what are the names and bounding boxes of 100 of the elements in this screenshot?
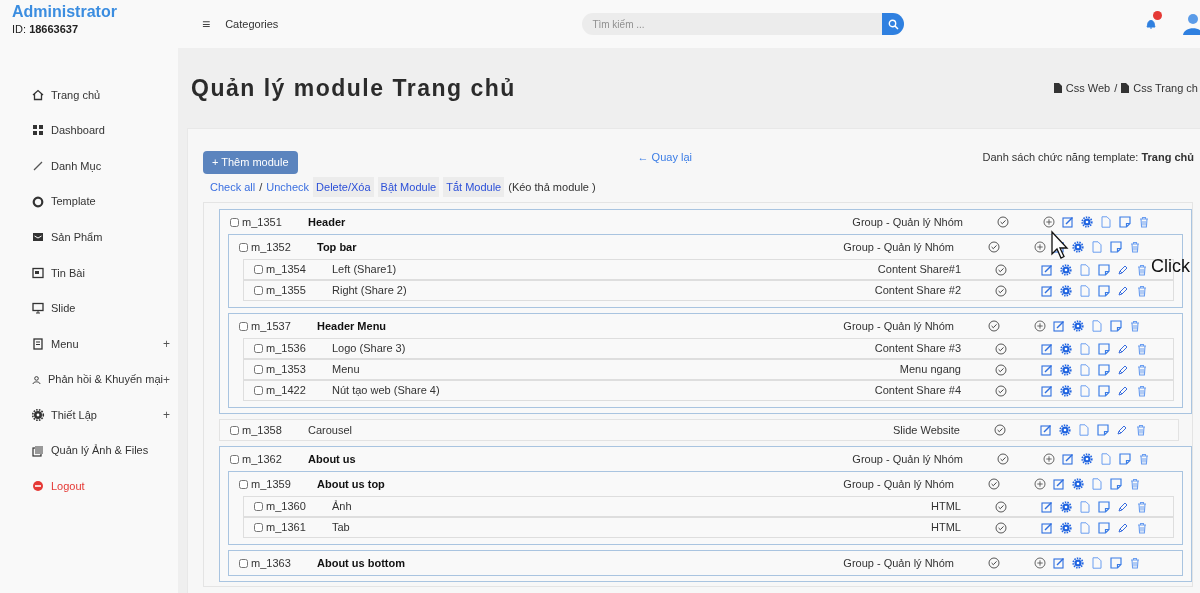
settings-icon[interactable] bbox=[1072, 320, 1084, 332]
row-checkbox[interactable] bbox=[239, 558, 248, 568]
note-icon[interactable] bbox=[1097, 424, 1109, 436]
note-icon[interactable] bbox=[1098, 384, 1110, 397]
row-checkbox[interactable] bbox=[254, 286, 263, 295]
note-icon[interactable] bbox=[1098, 342, 1110, 355]
note-icon[interactable] bbox=[1098, 284, 1110, 297]
settings-icon[interactable] bbox=[1060, 384, 1072, 397]
trash-icon[interactable] bbox=[1136, 284, 1148, 297]
add-icon[interactable] bbox=[1034, 478, 1046, 490]
pen-icon[interactable] bbox=[1117, 363, 1129, 376]
action-button[interactable]: Tắt Module bbox=[443, 177, 505, 197]
row-checkbox[interactable] bbox=[239, 321, 248, 331]
note-icon[interactable] bbox=[1098, 521, 1110, 534]
settings-icon[interactable] bbox=[1059, 424, 1071, 436]
note-icon[interactable] bbox=[1098, 363, 1110, 376]
settings-icon[interactable] bbox=[1081, 453, 1093, 465]
sidebar-item[interactable]: Danh Mục bbox=[51, 157, 102, 175]
trash-icon[interactable] bbox=[1138, 453, 1150, 465]
settings-icon[interactable] bbox=[1060, 342, 1072, 355]
trash-icon[interactable] bbox=[1136, 521, 1148, 534]
row-checkbox[interactable] bbox=[239, 479, 248, 489]
sidebar-item[interactable]: Quản lý Ảnh & Files bbox=[51, 442, 149, 459]
edit-icon[interactable] bbox=[1041, 363, 1053, 376]
add-icon[interactable] bbox=[1034, 557, 1046, 569]
trash-icon[interactable] bbox=[1129, 320, 1141, 332]
breadcrumb-link[interactable]: Css Trang ch bbox=[1133, 79, 1198, 97]
edit-icon[interactable] bbox=[1041, 521, 1053, 534]
row-checkbox[interactable] bbox=[230, 454, 239, 464]
trash-icon[interactable] bbox=[1138, 216, 1150, 228]
edit-icon[interactable] bbox=[1041, 500, 1053, 513]
sidebar-item[interactable]: Phản hồi & Khuyến mại bbox=[48, 371, 163, 388]
settings-icon[interactable] bbox=[1060, 284, 1072, 297]
trash-icon[interactable] bbox=[1136, 363, 1148, 376]
settings-icon[interactable] bbox=[1081, 216, 1093, 228]
row-checkbox[interactable] bbox=[254, 386, 263, 395]
edit-icon[interactable] bbox=[1053, 557, 1065, 569]
row-checkbox[interactable] bbox=[254, 265, 263, 274]
sidebar-item[interactable]: Menu bbox=[51, 335, 79, 353]
sidebar-item[interactable]: Tin Bài bbox=[51, 264, 85, 281]
action-button[interactable]: Bật Module bbox=[377, 177, 440, 197]
row-checkbox[interactable] bbox=[239, 242, 248, 252]
add-icon[interactable] bbox=[1043, 216, 1055, 228]
trash-icon[interactable] bbox=[1129, 557, 1141, 569]
settings-icon[interactable] bbox=[1060, 500, 1072, 513]
row-checkbox[interactable] bbox=[254, 523, 263, 532]
add-icon[interactable] bbox=[1034, 320, 1046, 332]
expand-toggle[interactable]: + bbox=[163, 406, 170, 425]
note-icon[interactable] bbox=[1110, 241, 1122, 253]
expand-toggle[interactable]: + bbox=[163, 370, 170, 389]
edit-icon[interactable] bbox=[1041, 284, 1053, 297]
row-checkbox[interactable] bbox=[254, 365, 263, 374]
pen-icon[interactable] bbox=[1117, 521, 1129, 534]
note-icon[interactable] bbox=[1098, 263, 1110, 276]
breadcrumb-link[interactable]: Css Web bbox=[1065, 79, 1111, 97]
pen-icon[interactable] bbox=[1117, 500, 1129, 513]
settings-icon[interactable] bbox=[1060, 521, 1072, 534]
edit-icon[interactable] bbox=[1041, 263, 1053, 276]
pen-icon[interactable] bbox=[1117, 342, 1129, 355]
sidebar-item[interactable]: Sản Phẩm bbox=[51, 228, 103, 246]
note-icon[interactable] bbox=[1110, 557, 1122, 569]
trash-icon[interactable] bbox=[1136, 500, 1148, 513]
add-icon[interactable] bbox=[1034, 241, 1046, 253]
bell-icon[interactable] bbox=[1144, 17, 1158, 31]
trash-icon[interactable] bbox=[1136, 342, 1148, 355]
sidebar-item[interactable]: Slide bbox=[51, 300, 76, 317]
trash-icon[interactable] bbox=[1135, 424, 1147, 436]
note-icon[interactable] bbox=[1098, 500, 1110, 513]
back-link[interactable]: ← Quay lại bbox=[637, 149, 692, 166]
trash-icon[interactable] bbox=[1136, 384, 1148, 397]
check-all-link[interactable]: Check all bbox=[210, 178, 256, 196]
row-checkbox[interactable] bbox=[230, 217, 239, 227]
sidebar-item[interactable]: Logout bbox=[51, 478, 85, 495]
action-button[interactable]: Delete/Xóa bbox=[313, 177, 374, 197]
row-checkbox[interactable] bbox=[254, 344, 263, 353]
settings-icon[interactable] bbox=[1060, 263, 1072, 276]
edit-icon[interactable] bbox=[1062, 453, 1074, 465]
edit-icon[interactable] bbox=[1041, 384, 1053, 397]
search-field[interactable]: Tìm kiếm ... bbox=[582, 13, 883, 35]
categories-link[interactable]: Categories bbox=[225, 15, 279, 33]
pen-icon[interactable] bbox=[1117, 284, 1129, 297]
search-button[interactable] bbox=[882, 13, 905, 35]
settings-icon[interactable] bbox=[1072, 241, 1084, 253]
sidebar-item[interactable]: Dashboard bbox=[51, 122, 105, 139]
sidebar-item[interactable]: Trang chủ bbox=[51, 86, 101, 104]
note-icon[interactable] bbox=[1119, 216, 1131, 228]
uncheck-link[interactable]: Uncheck bbox=[266, 178, 310, 196]
settings-icon[interactable] bbox=[1072, 478, 1084, 490]
pen-icon[interactable] bbox=[1116, 424, 1128, 436]
row-checkbox[interactable] bbox=[230, 425, 239, 435]
note-icon[interactable] bbox=[1110, 320, 1122, 332]
trash-icon[interactable] bbox=[1129, 478, 1141, 490]
sidebar-item[interactable]: Thiết Lập bbox=[51, 406, 97, 424]
settings-icon[interactable] bbox=[1060, 363, 1072, 376]
edit-icon[interactable] bbox=[1040, 424, 1052, 436]
edit-icon[interactable] bbox=[1041, 342, 1053, 355]
add-icon[interactable] bbox=[1043, 453, 1055, 465]
edit-icon[interactable] bbox=[1053, 320, 1065, 332]
trash-icon[interactable] bbox=[1129, 241, 1141, 253]
row-checkbox[interactable] bbox=[254, 502, 263, 511]
